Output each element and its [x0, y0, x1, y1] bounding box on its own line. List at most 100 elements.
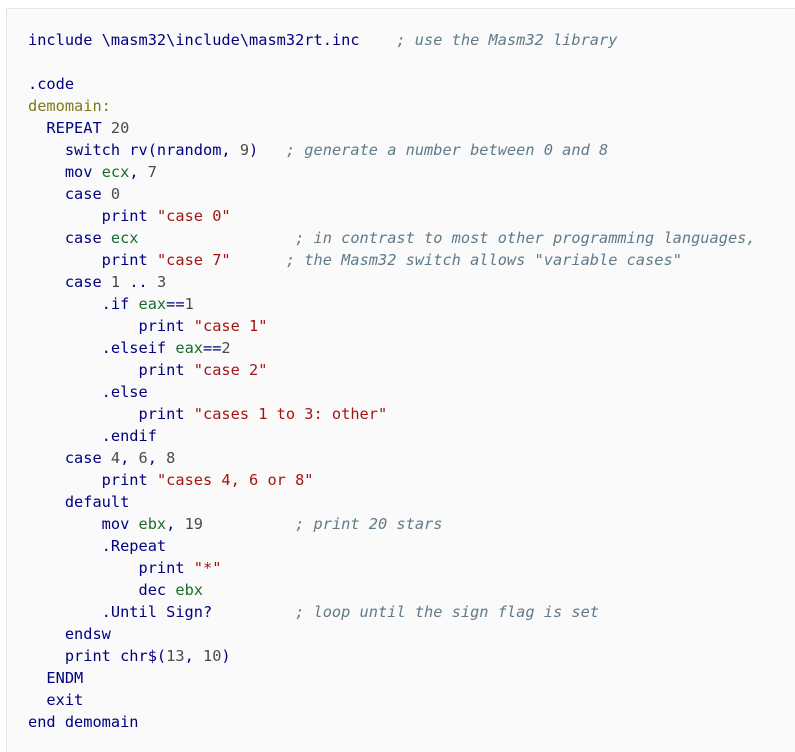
code-token: exit	[28, 691, 84, 709]
code-token: ..	[120, 273, 157, 291]
code-line: .Until Sign? ; loop until the sign flag …	[28, 601, 756, 623]
code-token: ,	[147, 449, 167, 467]
code-token: case	[28, 273, 111, 291]
code-block: include \masm32\include\masm32rt.inc ; u…	[6, 8, 795, 752]
code-token: .elseif	[28, 339, 176, 357]
code-token: print	[28, 207, 157, 225]
code-line: REPEAT 20	[28, 117, 756, 139]
code-comment: ; the Masm32 switch allows "variable cas…	[285, 251, 682, 269]
code-token: endsw	[28, 625, 111, 643]
code-token: print	[28, 251, 157, 269]
code-token: dec	[28, 581, 176, 599]
code-token: ==	[203, 339, 222, 357]
code-line: .if eax==1	[28, 293, 756, 315]
code-string: "case 7"	[156, 251, 231, 269]
code-token: ,	[166, 515, 185, 533]
code-line: case 1 .. 3	[28, 271, 756, 293]
code-token: 6	[138, 449, 148, 467]
code-token: 8	[166, 449, 176, 467]
code-line: ENDM	[28, 667, 756, 689]
code-token: ,	[129, 163, 148, 181]
code-token: switch rv(nrandom,	[28, 141, 240, 159]
code-token: .endif	[28, 427, 157, 445]
code-token: 3	[156, 273, 167, 291]
code-listing: include \masm32\include\masm32rt.inc ; u…	[28, 29, 756, 733]
code-token: case	[28, 229, 111, 247]
code-token: eax	[175, 339, 203, 357]
code-comment: ; in contrast to most other programming …	[295, 229, 756, 247]
code-line: end demomain	[28, 711, 756, 733]
code-line: print "*"	[28, 557, 756, 579]
code-token: mov	[28, 163, 102, 181]
code-line: .else	[28, 381, 756, 403]
code-line: .code	[28, 73, 756, 95]
code-line: print "case 7" ; the Masm32 switch allow…	[28, 249, 756, 271]
code-comment: ; loop until the sign flag is set	[295, 603, 600, 621]
code-line: dec ebx	[28, 579, 756, 601]
code-token: 7	[147, 163, 157, 181]
code-token: 9	[239, 141, 250, 159]
code-line: mov ecx, 7	[28, 161, 756, 183]
code-token: ecx	[101, 163, 130, 181]
code-string: "cases 4, 6 or 8"	[156, 471, 314, 489]
code-string: "*"	[193, 559, 222, 577]
code-line: case ecx ; in contrast to most other pro…	[28, 227, 756, 249]
code-line: .Repeat	[28, 535, 756, 557]
code-token: .if	[28, 295, 139, 313]
code-token: print	[28, 471, 157, 489]
code-token: 13	[166, 647, 185, 665]
code-line: endsw	[28, 623, 756, 645]
code-line: .endif	[28, 425, 756, 447]
code-token: case	[28, 185, 111, 203]
code-line: .elseif eax==2	[28, 337, 756, 359]
code-token: ecx	[110, 229, 139, 247]
code-string: "case 1"	[193, 317, 268, 335]
code-line: switch rv(nrandom, 9) ; generate a numbe…	[28, 139, 756, 161]
code-token: 1	[184, 295, 194, 313]
code-line: case 0	[28, 183, 756, 205]
code-line: print chr$(13, 10)	[28, 645, 756, 667]
code-token: end demomain	[28, 713, 139, 731]
code-token: ,	[184, 647, 203, 665]
code-string: "cases 1 to 3: other"	[193, 405, 388, 423]
code-token: 20	[110, 119, 130, 137]
code-line: case 4, 6, 8	[28, 447, 756, 469]
code-token: )	[249, 141, 286, 159]
code-token: ENDM	[28, 669, 84, 687]
code-comment: ; print 20 stars	[295, 515, 443, 533]
code-line: print "cases 1 to 3: other"	[28, 403, 756, 425]
code-line: print "case 1"	[28, 315, 756, 337]
code-comment: ; use the Masm32 library	[396, 31, 618, 49]
code-line: print "cases 4, 6 or 8"	[28, 469, 756, 491]
code-token: 4	[110, 449, 121, 467]
code-line: include \masm32\include\masm32rt.inc ; u…	[28, 29, 756, 51]
code-token: .else	[28, 383, 148, 401]
code-token: print	[28, 317, 194, 335]
code-line: default	[28, 491, 756, 513]
code-token: 10	[203, 647, 222, 665]
code-line: print "case 0"	[28, 205, 756, 227]
code-token: mov	[28, 515, 139, 533]
code-line: exit	[28, 689, 756, 711]
code-token: .Until Sign?	[28, 603, 213, 621]
code-token: demomain:	[28, 97, 111, 115]
code-token: 2	[221, 339, 231, 357]
code-token: )	[221, 647, 231, 665]
code-token: ==	[166, 295, 185, 313]
code-token: 0	[110, 185, 121, 203]
code-token: print chr$(	[28, 647, 167, 665]
code-token: 19	[184, 515, 203, 533]
code-token: case	[28, 449, 111, 467]
code-token: REPEAT	[28, 119, 111, 137]
code-line: demomain:	[28, 95, 756, 117]
code-line: print "case 2"	[28, 359, 756, 381]
code-line: mov ebx, 19 ; print 20 stars	[28, 513, 756, 535]
code-token: .Repeat	[28, 537, 167, 555]
code-token: eax	[138, 295, 167, 313]
code-string: "case 0"	[156, 207, 231, 225]
code-token: include \masm32\include\masm32rt.inc	[28, 31, 397, 49]
